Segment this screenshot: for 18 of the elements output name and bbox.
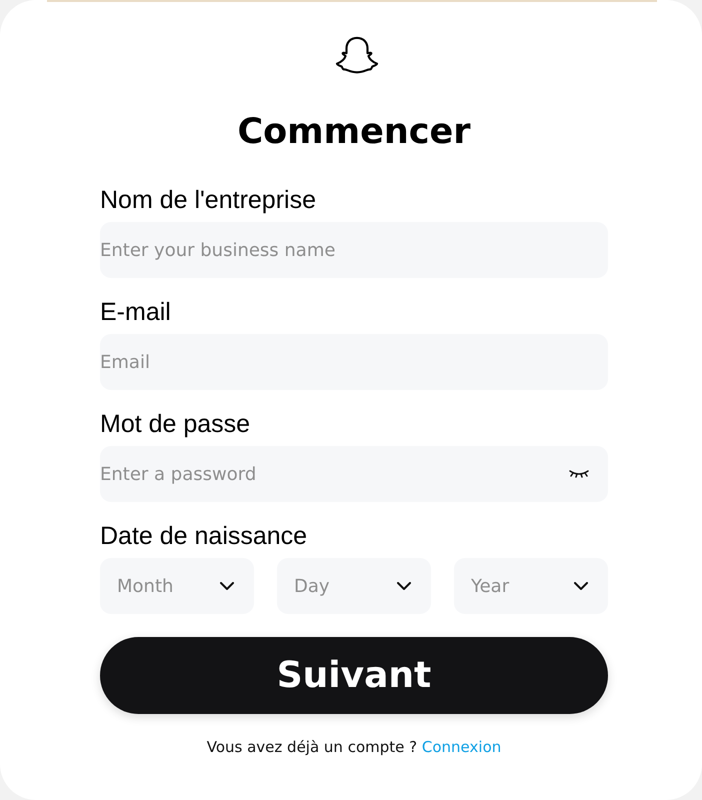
chevron-down-icon — [574, 582, 588, 590]
dropdown-select[interactable]: Year — [454, 558, 608, 614]
login-prompt: Vous avez déjà un compte ? Connexion — [206, 738, 502, 756]
dropdown-select[interactable]: Month — [100, 558, 254, 614]
dropdown-select[interactable]: Day — [277, 558, 431, 614]
field-label: E-mail — [100, 297, 172, 328]
next-button[interactable]: Suivant — [100, 637, 608, 714]
password-field[interactable]: Enter a password — [100, 446, 608, 502]
field-label: Mot de passe — [100, 409, 252, 440]
input-field[interactable]: Enter your business name — [100, 222, 608, 278]
input-field[interactable]: Email — [100, 334, 608, 390]
login-link[interactable]: Connexion — [422, 738, 502, 756]
chevron-down-icon — [220, 582, 234, 590]
chevron-down-icon — [397, 582, 411, 590]
field-label: Date de naissance — [100, 521, 308, 552]
field-label: Nom de l'entreprise — [100, 185, 317, 216]
closed-eye-icon[interactable] — [569, 469, 589, 479]
page-title: Commencer — [236, 111, 472, 154]
